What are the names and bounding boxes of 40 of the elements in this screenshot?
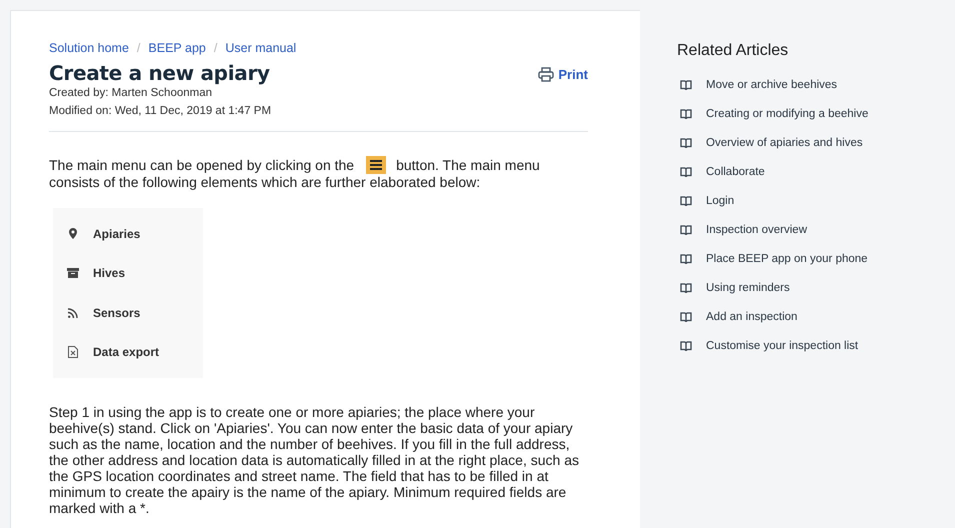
related-article-link[interactable]: Collaborate (706, 166, 765, 178)
book-icon (680, 282, 692, 292)
archive-box-icon (67, 268, 79, 278)
modified-date: Modified on: Wed, 11 Dec, 2019 at 1:47 PM (49, 105, 272, 117)
book-icon (680, 196, 692, 206)
breadcrumb-separator: / (214, 41, 218, 55)
book-icon (680, 340, 692, 350)
breadcrumb-separator: / (136, 41, 140, 55)
book-icon (680, 80, 692, 90)
breadcrumb-link[interactable]: User manual (225, 41, 296, 55)
related-article-link[interactable]: Move or archive beehives (706, 78, 838, 90)
spreadsheet-file-icon (68, 346, 78, 358)
menu-icon (366, 156, 386, 174)
book-icon (680, 138, 692, 148)
intro-text: consists of the following elements which are further elaborated below: (49, 174, 482, 190)
related-article-link[interactable]: Place BEEP app on your phone (706, 252, 868, 264)
map-pin-icon (69, 228, 77, 240)
breadcrumb-link[interactable]: Solution home (49, 41, 129, 55)
article-title: Create a new apiary (49, 61, 271, 85)
intro-text: The main menu can be opened by clicking on the (49, 157, 354, 173)
step-paragraph: Step 1 in using the app is to create one or more apiaries; the place where your beehive(s) stand. Click on 'Apiaries'. You can now enter the basic data of your apiary such as the name, location and the number of beehives. If you fill in the full address, the other address and location data is automatically filled in at the right place, such as the GPS location coordinates and street name. The field that has to be filled in at minimum to create the apairy is the name of the apiary. Minimum required fields are marked with a *. (49, 404, 580, 516)
book-icon (680, 312, 692, 322)
author-text: Created by: Marten Schoonman (49, 87, 214, 99)
related-article-link[interactable]: Login (706, 194, 734, 206)
related-article-link[interactable]: Customise your inspection list (706, 340, 858, 352)
related-article-link[interactable]: Creating or modifying a beehive (706, 108, 868, 120)
book-icon (680, 224, 692, 234)
printer-icon (538, 67, 554, 82)
feed-icon (68, 308, 78, 318)
related-article-link[interactable]: Overview of apiaries and hives (706, 136, 863, 148)
book-icon (680, 254, 692, 264)
print-link[interactable]: Print (538, 67, 588, 82)
intro-text: button. The main menu (396, 157, 540, 173)
breadcrumb-link[interactable]: BEEP app (148, 41, 206, 55)
related-article-link[interactable]: Inspection overview (706, 224, 807, 236)
related-articles-heading: Related Articles (677, 42, 790, 60)
related-article-link[interactable]: Add an inspection (706, 310, 798, 322)
related-article-link[interactable]: Using reminders (706, 282, 790, 294)
book-icon (680, 166, 692, 176)
book-icon (680, 108, 692, 118)
